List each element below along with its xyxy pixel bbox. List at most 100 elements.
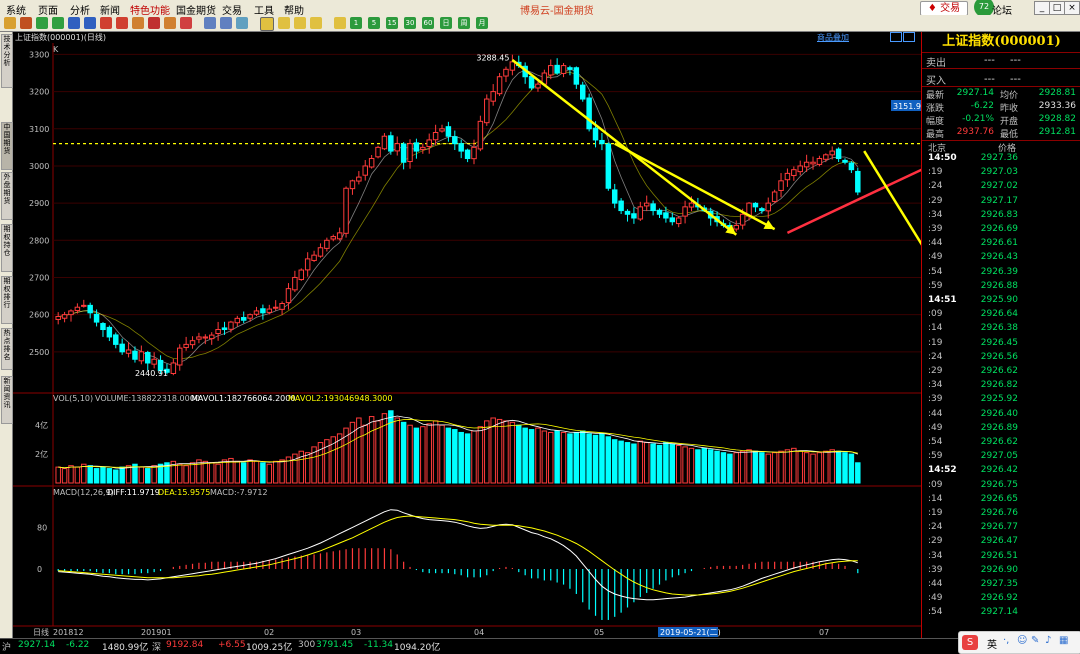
right-arrow-icon[interactable] — [84, 17, 96, 29]
tick-time: :44 — [928, 579, 943, 589]
chart-icon[interactable] — [278, 17, 290, 29]
tick-price: 2927.02 — [980, 181, 1018, 192]
volume-bar — [535, 427, 541, 484]
volume-bar — [61, 468, 68, 484]
volume-bar — [842, 452, 848, 484]
zoom-in-icon[interactable] — [100, 17, 112, 29]
maximize-icon[interactable]: □ — [1049, 1, 1065, 15]
candle-body — [599, 139, 605, 145]
candle-body — [100, 323, 106, 331]
candle-body — [221, 327, 228, 331]
tab-hot-ranking[interactable]: 热点排名 — [1, 328, 13, 370]
tick-price: 2926.82 — [980, 380, 1018, 391]
emoji-icon[interactable]: ☺ — [1017, 635, 1027, 646]
back-icon[interactable] — [4, 17, 16, 29]
stock-chart[interactable]: 3300 3200 3100 3000 2900 2800 2700 2600 2500 K 3… — [13, 43, 921, 638]
tick-time: :49 — [928, 252, 943, 263]
minimize-icon[interactable]: _ — [1034, 1, 1050, 15]
volume-bar — [234, 460, 241, 484]
volume-bar — [848, 453, 855, 484]
period-month-button[interactable]: 月 — [476, 17, 488, 29]
search-icon[interactable] — [132, 17, 144, 29]
sz-change: +6.55 — [218, 640, 246, 650]
tab-tech-analysis[interactable]: 技术分析 — [1, 34, 13, 88]
draw-line-icon[interactable] — [148, 17, 160, 29]
period-15-button[interactable]: 15 — [386, 17, 398, 29]
candle-body — [829, 150, 835, 156]
list-icon[interactable] — [220, 17, 232, 29]
candle-body — [528, 75, 535, 89]
left-arrow-icon[interactable] — [68, 17, 80, 29]
filter-icon[interactable] — [180, 17, 192, 29]
tick-price: 2925.92 — [980, 394, 1018, 405]
pen-icon[interactable]: ✎ — [1031, 635, 1039, 646]
candle-body — [816, 158, 823, 165]
period-30-button[interactable]: 30 — [404, 17, 416, 29]
chart-icon-3[interactable] — [310, 17, 322, 29]
candle-body — [362, 165, 368, 176]
grid-icon[interactable]: ▦ — [1059, 635, 1068, 646]
close-icon[interactable]: × — [1064, 1, 1080, 15]
table-icon[interactable] — [204, 17, 216, 29]
trade-button[interactable]: ♦ 交易 — [920, 1, 968, 16]
vol-mavol2: MAVOL2:193046948.3000 — [288, 394, 392, 403]
quote-value: -6.22 — [970, 101, 994, 111]
candle-chart-icon[interactable] — [260, 17, 274, 31]
sh-change: -6.22 — [66, 640, 90, 650]
volume-bar — [509, 421, 516, 484]
price-tick-label: 2600 — [29, 311, 49, 320]
period-day-button[interactable]: 日 — [440, 17, 452, 29]
tick-list[interactable]: 14:50 2927.36:19 2927.03:24 2927.02:29 2927.… — [922, 153, 1080, 623]
mic-icon[interactable]: ♪ — [1045, 635, 1051, 646]
multi-chart-icon[interactable] — [334, 17, 346, 29]
candle-body — [119, 343, 125, 353]
x-tick-label: 05 — [594, 628, 604, 637]
volume-bar — [215, 463, 221, 484]
tick-price: 2926.88 — [980, 280, 1018, 291]
tab-foreign-futures[interactable]: 外盘期货 — [1, 172, 13, 220]
candle-body — [336, 232, 343, 240]
home-icon[interactable] — [20, 17, 32, 29]
zoom-out-icon[interactable] — [116, 17, 128, 29]
candle-body — [420, 146, 426, 150]
tick-price: 2926.76 — [980, 508, 1018, 518]
volume-bar — [272, 460, 279, 484]
sogou-icon[interactable]: S — [962, 635, 978, 650]
up-arrow-icon[interactable] — [36, 17, 48, 29]
period-5-button[interactable]: 5 — [368, 17, 380, 29]
candle-body — [643, 202, 650, 207]
layout-icon-2[interactable] — [903, 32, 915, 42]
layout-icon[interactable] — [890, 32, 902, 42]
tab-news[interactable]: 新闻资讯 — [1, 376, 13, 424]
ime-lang[interactable]: 英 — [987, 636, 997, 651]
period-1-button[interactable]: 1 — [350, 17, 362, 29]
volume-tick-label: 2亿 — [35, 449, 48, 459]
tick-time: :39 — [928, 394, 943, 405]
volume-bar — [797, 450, 803, 484]
macd-diff: DIFF:11.9719 — [107, 488, 160, 497]
tool-icon[interactable] — [164, 17, 176, 29]
volume-bar — [260, 462, 266, 484]
punct-icon[interactable]: ·, — [1003, 635, 1009, 646]
candle-body — [765, 202, 771, 212]
tick-price: 2926.75 — [980, 479, 1018, 490]
volume-bar — [560, 431, 567, 484]
volume-bar — [803, 452, 810, 484]
period-week-button[interactable]: 周 — [458, 17, 470, 29]
candle-body — [247, 314, 253, 319]
overlay-button[interactable]: 商品叠加 — [817, 32, 849, 43]
tab-china-futures[interactable]: 中国期货 — [1, 122, 13, 170]
chart-icon-2[interactable] — [294, 17, 306, 29]
candle-body — [240, 317, 247, 321]
period-60-button[interactable]: 60 — [422, 17, 434, 29]
volume-bar — [381, 413, 388, 484]
report-icon[interactable] — [236, 17, 248, 29]
tick-price: 2926.83 — [980, 209, 1018, 220]
down-arrow-icon[interactable] — [52, 17, 64, 29]
candle-body — [663, 212, 669, 219]
tab-option-holdings[interactable]: 期权持仓 — [1, 224, 13, 272]
tick-time: :54 — [928, 607, 943, 618]
candle-body — [445, 126, 452, 137]
candle-body — [388, 135, 394, 152]
tab-option-ranking[interactable]: 期权排行 — [1, 276, 13, 324]
